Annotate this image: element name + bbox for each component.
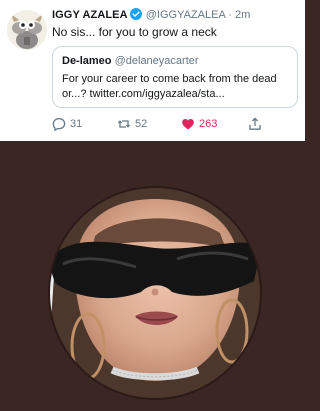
retweet-button[interactable]: 52	[117, 116, 147, 132]
author-avatar[interactable]	[7, 10, 47, 50]
quoted-author-handle: @delaneyacarter	[114, 55, 199, 67]
time-separator: ·	[228, 9, 232, 21]
like-icon	[182, 119, 194, 130]
author-handle[interactable]: @IGGYAZALEA	[146, 9, 225, 21]
like-button[interactable]: 263	[181, 116, 217, 132]
reply-icon	[52, 117, 66, 131]
tweet-actions: 31 52 263	[52, 116, 282, 132]
quoted-tweet-text: For your career to come back from the de…	[62, 73, 277, 100]
tweet-text: No sis... for you to grow a neck	[52, 25, 217, 39]
selfie-photo	[0, 141, 305, 411]
retweet-count: 52	[135, 118, 148, 130]
author-name[interactable]: IGGY AZALEA	[52, 9, 128, 21]
quoted-author-name: De-lameo	[62, 55, 112, 67]
reply-count: 31	[70, 118, 83, 130]
selfie-photo-illustration	[0, 141, 305, 411]
retweet-icon	[117, 120, 131, 128]
reply-button[interactable]: 31	[52, 116, 82, 132]
verified-badge-icon	[129, 8, 142, 20]
tweet-time[interactable]: 2m	[235, 9, 250, 21]
quoted-tweet[interactable]: De-lameo @delaneyacarter For your career…	[52, 46, 298, 108]
tweet-card[interactable]: IGGY AZALEA @IGGYAZALEA · 2m No sis... f…	[0, 0, 305, 141]
tweet-header: IGGY AZALEA @IGGYAZALEA · 2m	[52, 7, 300, 23]
like-count: 263	[199, 118, 218, 130]
share-button[interactable]	[248, 116, 266, 132]
share-icon	[249, 117, 261, 130]
cartoon-character-avatar-icon	[7, 10, 47, 50]
quoted-tweet-header: De-lameo @delaneyacarter	[62, 54, 288, 68]
